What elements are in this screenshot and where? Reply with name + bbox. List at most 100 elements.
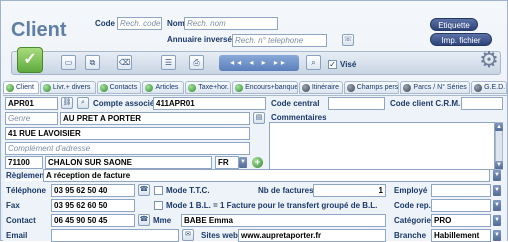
email-label: Email (6, 231, 28, 240)
tab-itineraire[interactable]: Itinéraire (298, 81, 343, 94)
code-client-crm-label: Code client C.R.M. (390, 99, 461, 108)
genre-field[interactable]: Genre (5, 112, 58, 125)
raison-sociale-field[interactable]: AU PRET A PORTER (60, 112, 250, 125)
code-postal-field[interactable]: 71100 (5, 156, 43, 169)
imp-fichier-button[interactable]: Imp. fichier (430, 33, 492, 46)
record-navigation[interactable]: ◂◂ ◂ ▸ ▸▸ (219, 55, 299, 71)
telephone-field[interactable]: 03 95 62 50 40 (51, 184, 135, 197)
mode-ttc-label: Mode T.T.C. (166, 186, 210, 195)
reglement-select[interactable]: A réception de facture (43, 169, 490, 182)
commentaires-label: Commentaires (271, 113, 327, 122)
tab-articles[interactable]: Articles (142, 81, 185, 94)
pays-dropdown-icon[interactable]: ▼ (239, 157, 247, 168)
nom-search-input[interactable]: Rech. nom (184, 17, 278, 30)
tab-encours-banque[interactable]: Encours+banque (232, 81, 298, 94)
email-field[interactable] (51, 229, 179, 242)
categorie-label: Catégorie (394, 216, 431, 225)
commentaires-textarea[interactable] (269, 122, 495, 170)
phone-book-icon[interactable]: ☏ (342, 34, 354, 46)
new-record-icon[interactable]: ▭ (61, 55, 76, 70)
pays-select[interactable]: FR (215, 156, 239, 169)
mode-bl-checkbox[interactable] (154, 201, 163, 210)
vise-checkbox[interactable]: ✓ (328, 60, 337, 69)
annuaire-search-input[interactable]: Rech. n° telephone (232, 34, 327, 47)
civilite-label: Mme (153, 216, 172, 225)
client-window: Client Code Rech. code Nom Rech. nom Ann… (0, 0, 508, 242)
code-label: Code (95, 19, 115, 28)
print-icon[interactable]: ⎙ (189, 55, 204, 70)
link-icon[interactable]: ⛓ (61, 97, 73, 109)
nb-factures-field[interactable]: 1 (313, 184, 386, 197)
tab-client[interactable]: Client (3, 81, 39, 94)
reglement-dropdown-icon[interactable]: ▼ (493, 170, 501, 181)
code-client-crm-field[interactable] (461, 97, 503, 110)
nom-label: Nom (167, 19, 185, 28)
dial-phone-icon[interactable]: ☎ (138, 184, 150, 196)
validate-checkmark-icon[interactable]: ✓ (17, 47, 43, 73)
client-code-field[interactable]: APR01 (5, 97, 58, 110)
tab-contacts-icon (99, 83, 108, 92)
tab-bar: Client Livr.+ divers Contacts Articles T… (3, 81, 507, 94)
telephone-label: Téléphone (6, 186, 47, 195)
add-city-icon[interactable]: + (252, 157, 263, 168)
page-title: Client (11, 19, 67, 41)
history-icon[interactable]: ☰ (161, 55, 176, 70)
tab-contacts[interactable]: Contacts (96, 81, 142, 94)
search-icon[interactable]: ⌕ (306, 55, 321, 70)
categorie-dropdown-icon[interactable]: ▼ (493, 215, 501, 226)
annuaire-label: Annuaire inversé (167, 35, 232, 44)
ville-field[interactable]: CHALON SUR SAONE (45, 156, 212, 169)
code-search-input[interactable]: Rech. code (117, 17, 162, 30)
tab-champs-perso[interactable]: Champs perso (343, 81, 400, 94)
code-rep-select[interactable] (431, 199, 491, 212)
delete-icon[interactable]: ⌫ (117, 55, 132, 70)
branche-dropdown-icon[interactable]: ▼ (493, 230, 501, 241)
branche-label: Branche (394, 231, 427, 240)
tab-champs-icon (346, 83, 355, 92)
tab-articles-icon (145, 83, 154, 92)
tab-ged-icon (474, 83, 483, 92)
compte-associe-label: Compte associé (93, 99, 155, 108)
nb-factures-label: Nb de factures (258, 186, 314, 195)
code-central-field[interactable] (328, 97, 385, 110)
complement-adresse-field[interactable]: Complément d'adresse (5, 142, 250, 155)
dial-contact-icon[interactable]: ☎ (138, 214, 150, 226)
tab-parcs-series[interactable]: Parcs / N° Séries (400, 81, 471, 94)
code-rep-label: Code rep. (394, 201, 431, 210)
settings-gear-icon[interactable]: ⚙ (476, 47, 502, 73)
fax-field[interactable]: 03 95 62 60 50 (51, 199, 135, 212)
branche-select[interactable]: Habillement (431, 229, 491, 242)
tab-ged[interactable]: G.E.D. (471, 81, 507, 94)
categorie-select[interactable]: PRO (431, 214, 491, 227)
tab-itineraire-icon (301, 83, 310, 92)
edit-name-icon[interactable]: ▤ (253, 112, 265, 124)
tab-livraison-icon (42, 83, 51, 92)
scroll-up-icon[interactable]: ▲ (495, 123, 503, 131)
code-rep-dropdown-icon[interactable]: ▼ (493, 200, 501, 211)
mode-ttc-checkbox[interactable] (154, 186, 163, 195)
site-web-field[interactable]: www.aupretaporter.fr (238, 229, 386, 242)
contact-label: Contact (6, 216, 36, 225)
employe-dropdown-icon[interactable]: ▼ (493, 185, 501, 196)
site-web-label: Sites web (201, 231, 238, 240)
employe-label: Employé (394, 186, 428, 195)
compte-associe-field[interactable]: 411APR01 (153, 97, 266, 110)
fax-label: Fax (6, 201, 20, 210)
etiquette-button[interactable]: Etiquette (430, 18, 478, 31)
contact-tel-field[interactable]: 06 45 90 50 45 (51, 214, 135, 227)
code-central-label: Code central (271, 99, 320, 108)
tab-taxe-hor[interactable]: Taxe+hor. (185, 81, 232, 94)
contact-nom-field[interactable]: BABE Emma (181, 214, 386, 227)
adresse-field[interactable]: 41 RUE LAVOISIER (5, 127, 250, 140)
employe-select[interactable] (431, 184, 491, 197)
tab-livraison-divers[interactable]: Livr.+ divers (39, 81, 96, 94)
mode-bl-label: Mode 1 B.L. = 1 Facture pour le transfer… (166, 201, 378, 210)
tab-parcs-icon (403, 83, 412, 92)
duplicate-icon[interactable]: ⧉ (85, 55, 100, 70)
tab-taxe-icon (188, 83, 197, 92)
lookup-search-icon[interactable]: ⌕ (77, 97, 89, 109)
send-email-icon[interactable]: ✉ (182, 229, 194, 241)
tab-encours-icon (235, 83, 244, 92)
scroll-down-icon[interactable]: ▼ (495, 161, 503, 169)
tab-client-icon (6, 83, 14, 92)
